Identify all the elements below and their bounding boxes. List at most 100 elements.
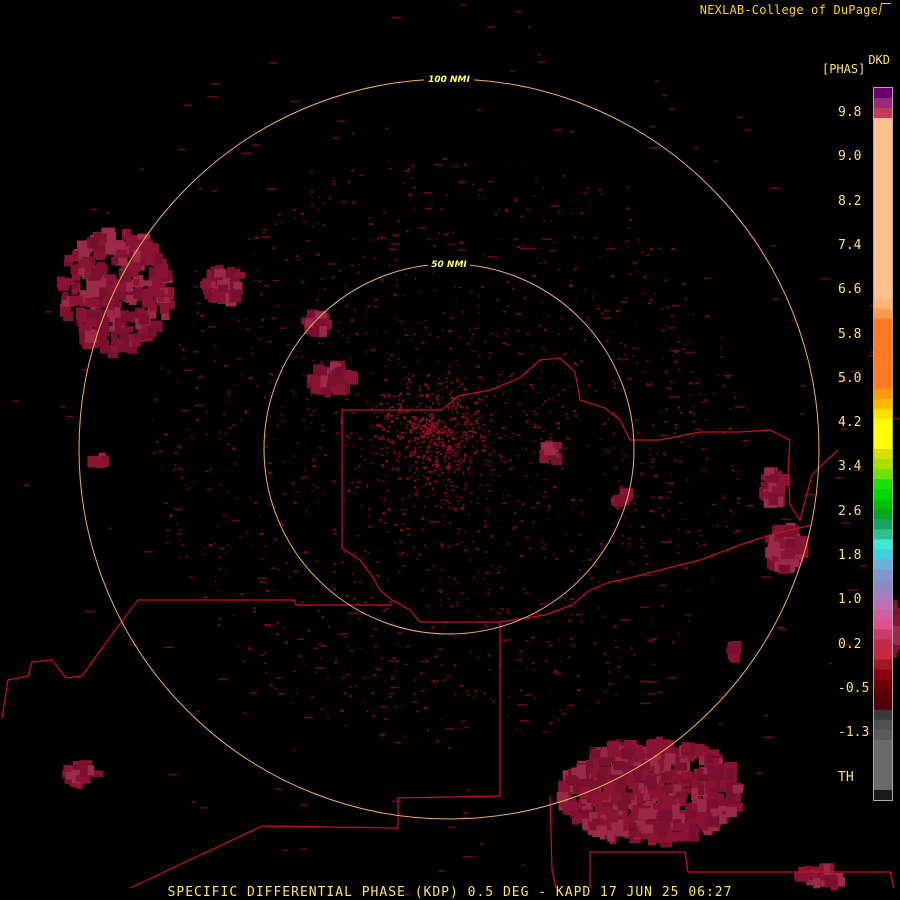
logo-icon xyxy=(878,3,892,15)
product-code: DKD xyxy=(868,53,890,67)
credit-text: NEXLAB-College of DuPage xyxy=(699,3,878,17)
color-scale-swatch xyxy=(874,789,892,801)
color-scale-swatch xyxy=(874,328,892,340)
range-ring-label-100: 100 NMI xyxy=(428,75,470,85)
color-scale-tick-label: 5.0 xyxy=(838,370,862,386)
color-scale-tick-label: -1.3 xyxy=(838,725,870,741)
color-scale-swatch xyxy=(874,489,892,500)
color-scale-swatch xyxy=(874,248,892,259)
color-scale-swatch xyxy=(874,358,892,370)
color-scale-swatch xyxy=(874,529,892,540)
color-scale-tick-label: TH xyxy=(838,769,854,785)
color-scale-swatch xyxy=(874,579,892,590)
color-scale-swatch xyxy=(874,649,892,661)
color-scale-swatch xyxy=(874,118,892,129)
color-scale-swatch xyxy=(874,719,892,731)
color-scale-swatch xyxy=(874,639,892,650)
color-scale-swatch xyxy=(874,428,892,440)
range-ring-label-50: 50 NMI xyxy=(431,260,467,270)
color-scale-swatch xyxy=(874,519,892,530)
color-scale-swatch xyxy=(874,569,892,580)
color-scale-swatch xyxy=(874,449,892,460)
color-scale-swatch xyxy=(874,709,892,721)
color-scale-swatch xyxy=(874,158,892,169)
color-scale-swatch xyxy=(874,779,892,791)
color-scale-swatch xyxy=(874,258,892,269)
color-scale-swatch xyxy=(874,268,892,279)
color-scale-tick-label: -0.5 xyxy=(838,680,870,696)
color-scale-tick-label: 0.2 xyxy=(838,636,862,652)
color-scale-swatch xyxy=(874,198,892,209)
color-scale-swatch xyxy=(874,689,892,701)
color-scale-swatch xyxy=(874,699,892,711)
color-scale-swatch xyxy=(874,539,892,550)
nexlab-credit: NEXLAB-College of DuPage xyxy=(699,3,892,17)
color-scale-swatch xyxy=(874,138,892,149)
color-scale-tick-label: 7.4 xyxy=(838,237,862,253)
color-scale-swatch xyxy=(874,398,892,410)
color-scale-swatch xyxy=(874,729,892,741)
color-scale-swatch xyxy=(874,479,892,490)
color-scale-tick-label: 1.8 xyxy=(838,548,862,563)
color-scale-swatch xyxy=(874,318,892,330)
color-scale-swatch xyxy=(874,108,892,119)
color-scale-swatch xyxy=(874,278,892,289)
color-scale-swatch xyxy=(874,128,892,139)
color-scale-tick-label: 8.2 xyxy=(838,193,862,209)
color-scale-swatch xyxy=(874,619,892,630)
color-scale-swatch xyxy=(874,769,892,781)
color-scale-tick-label: 2.6 xyxy=(838,503,862,519)
color-scale-swatch xyxy=(874,469,892,480)
color-scale-swatch xyxy=(874,348,892,360)
color-scale-swatch xyxy=(874,178,892,189)
color-scale-tick-label: 4.2 xyxy=(838,415,862,431)
color-scale-swatch xyxy=(874,368,892,380)
color-scale-swatch xyxy=(874,438,892,450)
color-scale-swatch xyxy=(874,749,892,761)
color-scale-tick-label: 9.0 xyxy=(838,149,862,165)
color-scale-swatch xyxy=(874,609,892,620)
color-scale-swatch xyxy=(874,378,892,390)
color-scale-swatch xyxy=(874,298,892,310)
color-scale-tick-label: 6.6 xyxy=(838,282,862,298)
radar-echoes xyxy=(13,4,900,895)
color-scale-swatch xyxy=(874,228,892,239)
boundary-lines xyxy=(1,357,895,889)
color-scale-swatch xyxy=(874,759,892,771)
color-scale-swatch xyxy=(874,549,892,560)
county-boundary-west xyxy=(1,599,392,719)
color-scale-swatch xyxy=(874,148,892,159)
product-caption: SPECIFIC DIFFERENTIAL PHASE (KDP) 0.5 DE… xyxy=(167,885,733,900)
color-scale-swatch xyxy=(874,208,892,219)
color-scale-swatch xyxy=(874,308,892,320)
color-scale-swatch xyxy=(874,168,892,179)
color-scale-swatch xyxy=(874,509,892,520)
color-scale-swatch xyxy=(874,98,892,109)
units-label: [PHAS] xyxy=(822,62,866,76)
color-scale-swatch xyxy=(874,589,892,600)
color-scale-bar xyxy=(873,87,893,801)
color-scale-tick-label: 5.8 xyxy=(838,326,862,342)
county-boundary-central xyxy=(341,410,813,623)
color-scale-swatch xyxy=(874,739,892,751)
county-boundary-south xyxy=(129,622,501,889)
color-scale-swatch xyxy=(874,679,892,691)
color-scale-tick-label: 3.4 xyxy=(838,459,862,475)
color-scale-swatch xyxy=(874,418,892,430)
color-scale-swatch xyxy=(874,288,892,299)
color-scale-swatch xyxy=(874,599,892,610)
color-scale-swatch xyxy=(874,338,892,350)
color-scale-swatch xyxy=(874,388,892,400)
color-scale-swatch xyxy=(874,629,892,640)
color-scale-tick-label: 1.0 xyxy=(838,592,862,608)
color-scale-swatch xyxy=(874,659,892,671)
color-scale-swatch xyxy=(874,238,892,249)
color-scale-swatch xyxy=(874,218,892,229)
color-scale-swatch xyxy=(874,408,892,420)
color-scale-swatch xyxy=(874,459,892,470)
color-scale-swatch xyxy=(874,499,892,510)
color-scale-swatch xyxy=(874,669,892,681)
radar-display: 100 NMI 50 NMI xyxy=(1,4,900,895)
color-scale-swatch xyxy=(874,559,892,570)
color-scale-swatch xyxy=(874,188,892,199)
